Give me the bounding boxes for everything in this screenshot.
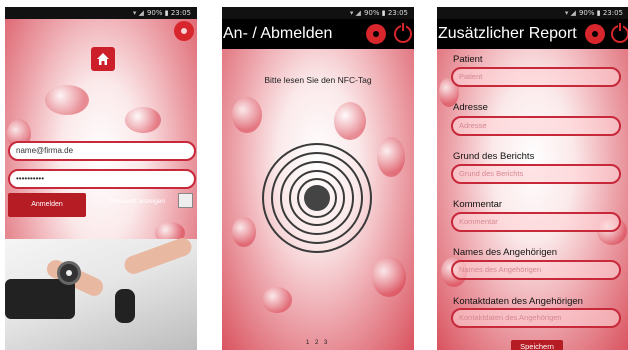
power-icon[interactable]: [394, 22, 412, 43]
save-button[interactable]: Speichern: [511, 340, 563, 350]
blood-cell-decoration: [232, 97, 262, 133]
photo-cuff: [5, 279, 75, 319]
photo-arm: [122, 235, 194, 277]
battery-level: 90%: [146, 9, 163, 17]
address-label: Adresse: [453, 102, 488, 113]
signal-icon: ▾ ◢: [564, 9, 576, 17]
signal-icon: ▾ ◢: [132, 9, 144, 17]
email-field[interactable]: name@firma.de: [8, 141, 196, 161]
battery-level: 90%: [363, 9, 380, 17]
gear-icon[interactable]: [585, 24, 605, 44]
blood-cell-decoration: [45, 85, 89, 115]
photo-gauge: [57, 261, 81, 285]
gear-icon[interactable]: [174, 21, 194, 41]
status-bar: ▾ ◢ 90% ▮ 23:05: [222, 7, 414, 19]
relative-name-label: Names des Angehörigen: [453, 247, 558, 258]
comment-field[interactable]: Kommentar: [451, 212, 621, 232]
blood-cell-decoration: [262, 287, 292, 313]
status-bar: ▾ ◢ 90% ▮ 23:05: [5, 7, 197, 19]
blood-cell-decoration: [372, 257, 406, 297]
relative-contact-field[interactable]: Kontaktdaten des Angehörigen: [451, 308, 621, 328]
blood-cell-decoration: [125, 107, 161, 133]
page-title: Zusätzlicher Report: [438, 25, 577, 42]
reason-label: Grund des Berichts: [453, 151, 535, 162]
patient-label: Patient: [453, 54, 483, 65]
blood-cell-decoration: [232, 217, 256, 247]
blood-cell-decoration: [377, 137, 405, 177]
login-button[interactable]: Anmelden: [8, 193, 86, 217]
battery-level: 90%: [578, 9, 595, 17]
login-screen: ▾ ◢ 90% ▮ 23:05 name@firma.de •••••••••• …: [5, 7, 197, 350]
nfc-instruction: Bitte lesen Sie den NFC-Tag: [264, 75, 372, 85]
comment-label: Kommentar: [453, 199, 503, 210]
status-bar: ▾ ◢ 90% ▮ 23:05: [437, 7, 628, 19]
page-indicator: 1 2 3: [306, 340, 330, 346]
address-field[interactable]: Adresse: [451, 116, 621, 136]
home-icon: [97, 53, 109, 65]
gear-icon[interactable]: [366, 24, 386, 44]
show-password-label: Passwort anzeigen: [110, 198, 165, 205]
signal-icon: ▾ ◢: [349, 9, 361, 17]
password-field[interactable]: ••••••••••: [8, 169, 196, 189]
blood-cell-decoration: [334, 102, 366, 140]
nfc-screen: ▾ ◢ 90% ▮ 23:05 An- / Abmelden Bitte lese…: [222, 7, 414, 350]
blood-pressure-photo: [5, 235, 197, 350]
patient-field[interactable]: Patient: [451, 67, 621, 87]
power-icon[interactable]: [611, 22, 628, 43]
status-time: 23:05: [602, 9, 623, 17]
status-time: 23:05: [387, 9, 408, 17]
report-screen: ▾ ◢ 90% ▮ 23:05 Zusätzlicher Report Patie…: [437, 7, 628, 350]
relative-contact-label: Kontaktdaten des Angehörigen: [453, 296, 583, 307]
show-password-checkbox[interactable]: [178, 193, 193, 208]
home-button[interactable]: [91, 47, 115, 71]
status-time: 23:05: [170, 9, 191, 17]
reason-field[interactable]: Grund des Berichts: [451, 164, 621, 184]
page-title: An- / Abmelden: [223, 25, 333, 42]
photo-bulb: [115, 289, 135, 323]
relative-name-field[interactable]: Names des Angehörigen: [451, 260, 621, 280]
